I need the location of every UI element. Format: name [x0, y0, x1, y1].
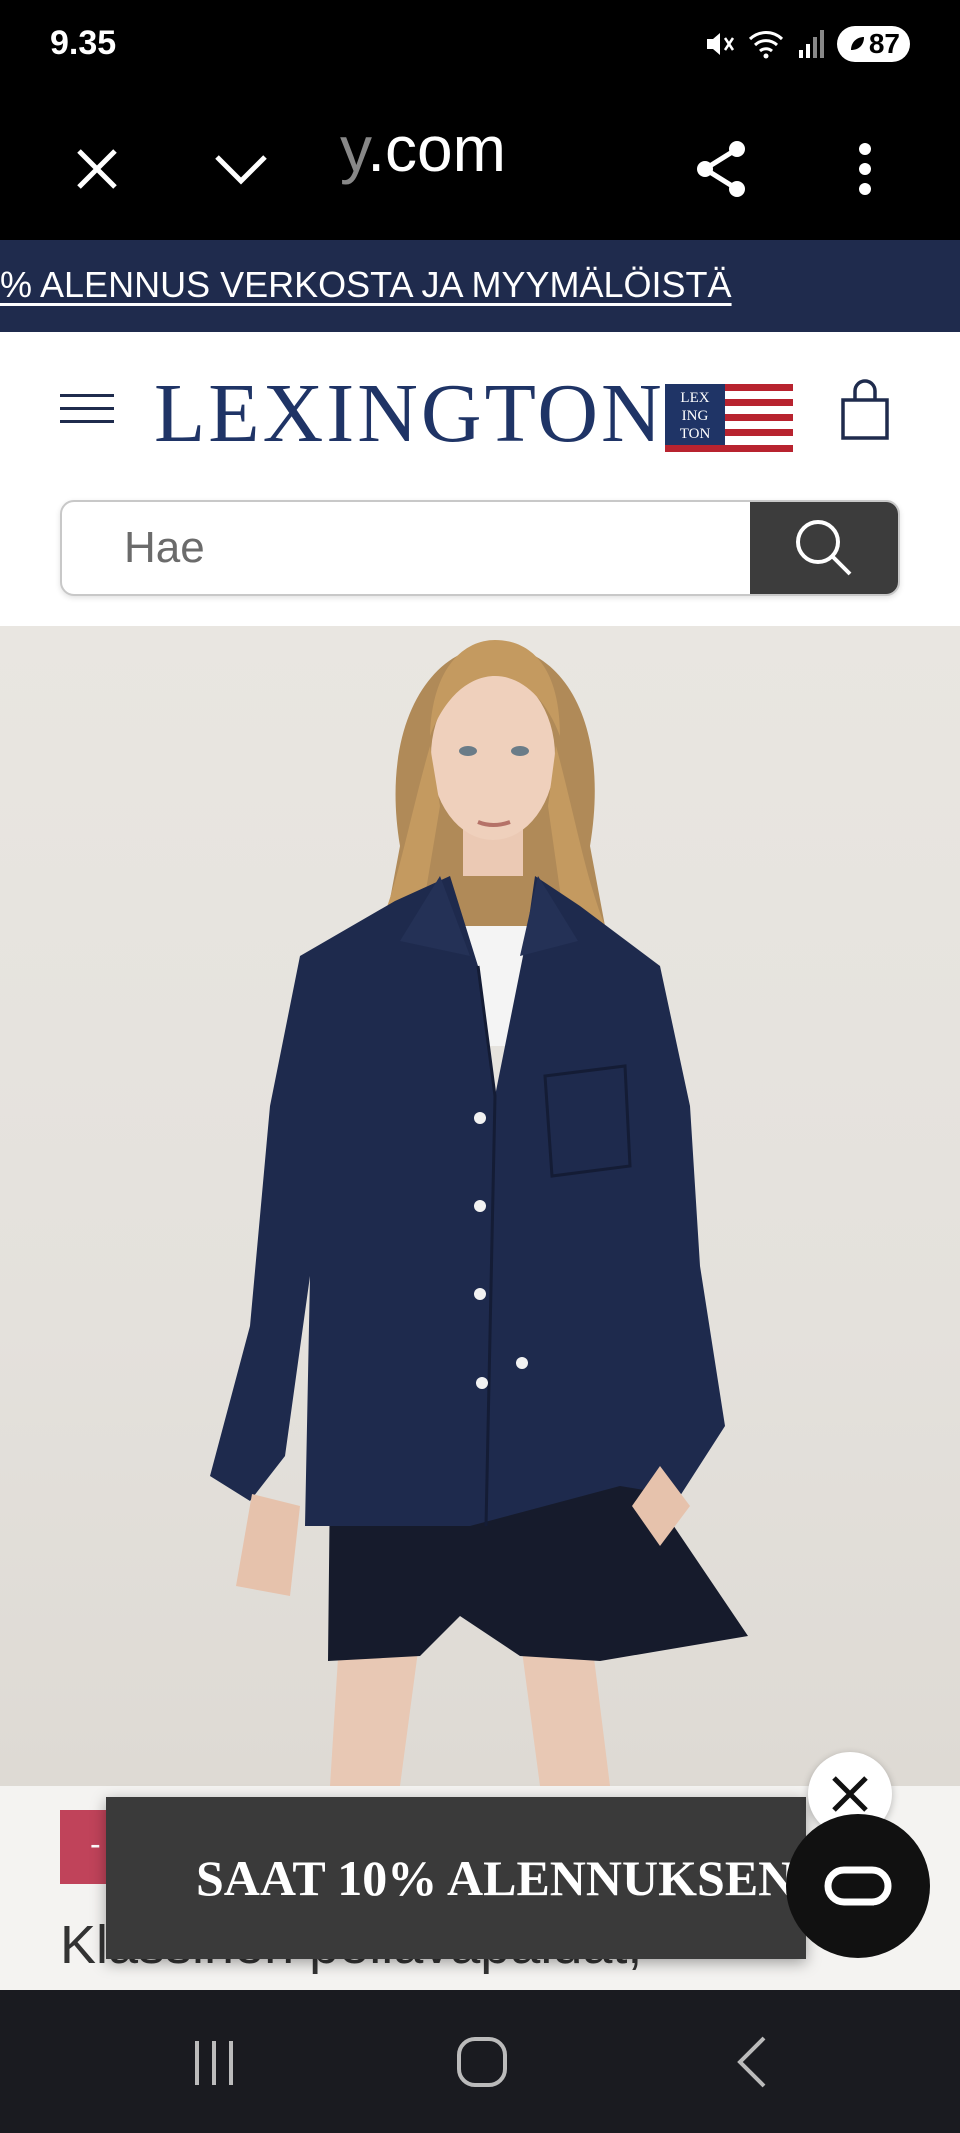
logo-flag-icon: LEX ING TON: [665, 384, 793, 452]
share-button[interactable]: [676, 124, 766, 214]
battery-level: 87: [868, 28, 900, 59]
status-bar: 9.35 87: [0, 0, 960, 92]
flag-text-3: TON: [680, 426, 711, 442]
chat-link-icon: [824, 1866, 892, 1906]
status-time: 9.35: [50, 24, 117, 62]
discount-popup[interactable]: SAAT 10% ALENNUKSEN: [106, 1797, 806, 1959]
shopping-bag-icon: [841, 379, 889, 440]
cart-button[interactable]: [838, 378, 892, 442]
search-icon: [796, 520, 852, 576]
more-options-button[interactable]: [820, 124, 910, 214]
system-nav-bar: [0, 1990, 960, 2133]
menu-icon: [60, 394, 114, 397]
search-input[interactable]: [62, 502, 752, 594]
search-button[interactable]: [750, 502, 898, 594]
recents-icon: [195, 2041, 233, 2085]
home-button[interactable]: [422, 2020, 542, 2104]
wifi-icon: [748, 31, 783, 59]
share-icon: [697, 141, 745, 197]
signal-icon: [798, 30, 824, 58]
battery-indicator: 87: [836, 26, 910, 62]
browser-toolbar: y.com: [0, 92, 960, 240]
chevron-down-icon: [215, 155, 267, 185]
promo-banner[interactable]: % ALENNUS VERKOSTA JA MYYMÄLÖISTÄ: [0, 240, 960, 332]
product-image[interactable]: [0, 626, 960, 1786]
flag-text-1: LEX: [680, 390, 709, 406]
product-photo: [210, 640, 748, 1786]
more-vert-icon: [859, 143, 871, 195]
recents-button[interactable]: [154, 2020, 274, 2104]
back-icon: [737, 2036, 766, 2088]
menu-button[interactable]: [60, 394, 114, 426]
discount-popup-text[interactable]: SAAT 10% ALENNUKSEN: [196, 1849, 794, 1907]
url-faded-text: y: [340, 113, 368, 185]
back-button[interactable]: [692, 2020, 812, 2104]
promo-text[interactable]: % ALENNUS VERKOSTA JA MYYMÄLÖISTÄ: [0, 264, 732, 306]
flag-text-2: ING: [682, 408, 709, 424]
site-header: LEXINGTON LEX ING TON: [0, 332, 960, 472]
mute-icon: [706, 33, 734, 55]
home-icon: [457, 2037, 507, 2087]
close-icon: [77, 149, 117, 189]
logo[interactable]: LEXINGTON: [154, 372, 665, 456]
close-icon: [832, 1776, 868, 1812]
close-tab-button[interactable]: [52, 124, 142, 214]
url-text: .com: [367, 113, 506, 185]
status-icons: 87: [703, 24, 910, 64]
battery-saver-icon: [850, 37, 864, 50]
search-box: [60, 500, 900, 596]
url-bar[interactable]: y.com: [340, 112, 506, 186]
collapse-button[interactable]: [196, 124, 286, 214]
chat-button[interactable]: [786, 1814, 930, 1958]
